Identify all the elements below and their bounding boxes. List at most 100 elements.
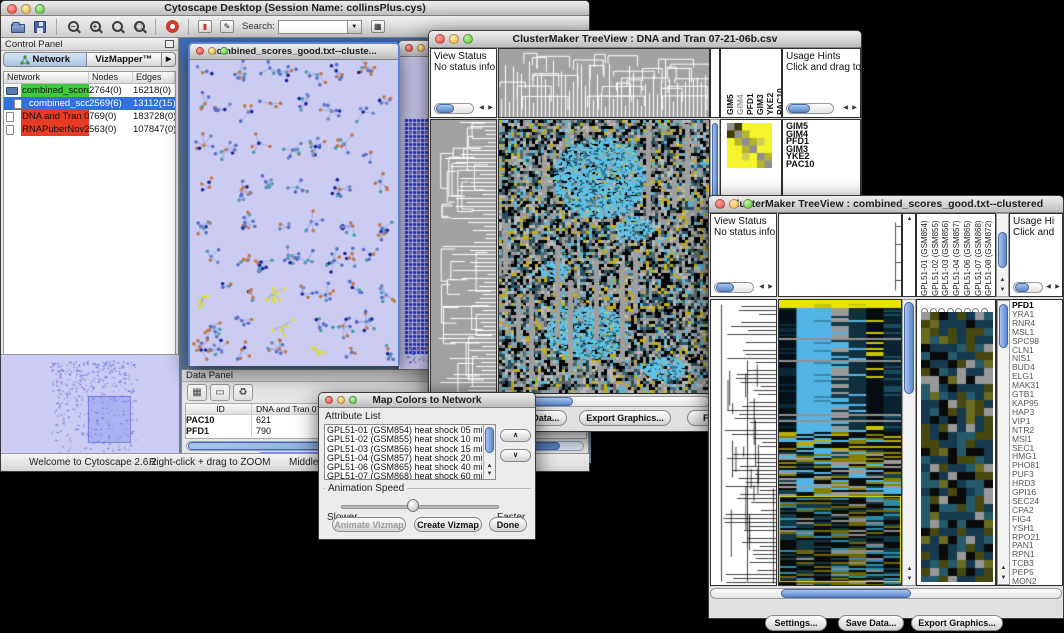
delete-attribute-button[interactable]: ♻ [233,384,253,401]
vizmapper-shortcut-button[interactable]: ▮ [194,18,216,36]
view-status-hscrollbar[interactable] [714,282,754,293]
scroll-down-icon[interactable]: ▼ [998,287,1007,294]
network-list-header[interactable]: Network Nodes Edges [4,72,175,84]
close-button[interactable] [196,47,204,55]
scrollbar-thumb[interactable] [788,104,810,113]
minimize-button[interactable] [208,47,216,55]
select-attributes-button[interactable]: ▦ [187,384,207,401]
minimize-button[interactable] [21,4,31,14]
minimize-button[interactable] [337,396,345,404]
heatmap-vscrollbar[interactable]: ▲ ▼ [902,299,916,586]
id-column-header[interactable]: ID [186,404,252,414]
scroll-up-icon[interactable]: ▲ [998,277,1007,284]
zoom-fit-button[interactable] [106,18,128,36]
zoom-button[interactable] [349,396,357,404]
scrollbar-thumb[interactable] [1015,283,1029,292]
help-button[interactable] [161,18,183,36]
minimize-button[interactable] [449,34,459,44]
scrollbar-thumb[interactable] [781,589,911,598]
zoom-matrix-canvas[interactable] [727,123,772,168]
move-down-button[interactable]: ∨ [500,449,531,462]
scroll-right-icon[interactable]: ▶ [1053,284,1062,291]
zoom-in-button[interactable]: + [84,18,106,36]
scroll-left-icon[interactable]: ◀ [477,105,486,112]
heatmap-canvas[interactable] [779,300,901,585]
network1-titlebar[interactable]: combined_scores_good.txt--cluste... [190,44,398,60]
nodes-column-header[interactable]: Nodes [89,72,133,83]
close-button[interactable] [7,4,17,14]
network-row-dna-tran[interactable]: DNA and Tran 07 769(0) 183728(0) [4,110,175,123]
slider-thumb[interactable] [407,499,419,512]
scroll-down-icon[interactable]: ▼ [999,575,1008,582]
save-session-button[interactable] [29,18,51,36]
heatmap-canvas[interactable] [499,120,709,393]
row-dendrogram-canvas[interactable] [431,120,496,393]
open-session-button[interactable] [7,18,29,36]
scroll-up-icon[interactable]: ▲ [905,566,914,573]
tab-vizmapper[interactable]: VizMapper™ [87,52,163,67]
search-input[interactable] [278,20,348,34]
cytoscape-titlebar[interactable]: Cytoscape Desktop (Session Name: collins… [1,1,589,16]
scrollbar-thumb[interactable] [904,302,914,394]
map-dialog-titlebar[interactable]: Map Colors to Network [319,393,535,408]
tab-overflow-button[interactable]: ▶ [162,52,176,67]
save-data-button[interactable]: Save Data... [838,615,904,631]
usage-hints-hscrollbar[interactable] [786,103,834,114]
attribute-list-item[interactable]: GPL51-07 (GSM868) heat shock 60 min [325,472,483,480]
zoom-button[interactable] [220,47,228,55]
scroll-left-icon[interactable]: ◀ [841,105,850,112]
done-button[interactable]: Done [489,517,527,532]
column-dendrogram-canvas[interactable] [499,49,709,117]
scrollbar-thumb[interactable] [485,427,494,453]
scrollbar-thumb[interactable] [716,283,734,292]
scroll-down-icon[interactable]: ▼ [905,576,914,583]
export-graphics-button[interactable]: Export Graphics... [579,410,671,426]
scroll-left-icon[interactable]: ◀ [1044,284,1053,291]
create-vizmap-button[interactable]: Create Vizmap [414,517,482,532]
usage-hints-hscrollbar[interactable] [1013,282,1043,293]
move-up-button[interactable]: ∧ [500,429,531,442]
new-attribute-button[interactable]: ▭ [210,384,230,401]
close-button[interactable] [325,396,333,404]
gene-list-vscrollbar[interactable]: ▲ ▼ [997,300,1010,585]
scroll-up-icon[interactable]: ▲ [905,216,914,223]
row-dendrogram-canvas[interactable] [711,300,776,585]
scrollbar-thumb[interactable] [998,232,1007,268]
minimize-button[interactable] [729,199,739,209]
zoom-heatmap-canvas[interactable] [921,312,993,582]
scroll-down-icon[interactable]: ▼ [485,471,494,478]
zoom-out-button[interactable]: − [62,18,84,36]
scroll-right-icon[interactable]: ▶ [850,105,859,112]
close-button[interactable] [435,34,445,44]
scroll-right-icon[interactable]: ▶ [486,105,495,112]
tab-network[interactable]: Network [3,52,87,67]
close-button[interactable] [405,44,413,52]
heatmap-hscrollbar[interactable] [710,588,1062,599]
zoom-button[interactable] [463,34,473,44]
scroll-left-icon[interactable]: ◀ [757,284,766,291]
scrollbar-thumb[interactable] [436,104,454,113]
view-status-hscrollbar[interactable] [434,103,474,114]
attribute-list-vscrollbar[interactable]: ▲ ▼ [483,425,495,479]
edges-column-header[interactable]: Edges [133,72,175,83]
settings-button[interactable]: Settings... [765,615,827,631]
animation-speed-slider[interactable] [341,505,499,509]
minimize-button[interactable] [417,44,425,52]
treeview2-titlebar[interactable]: ClusterMaker TreeView : combined_scores_… [709,196,1063,213]
zoom-button[interactable] [35,4,45,14]
scroll-up-icon[interactable]: ▲ [999,565,1008,572]
network-row-rnapubernov2[interactable]: RNAPuberNov2+ 563(0) 107847(0) [4,123,175,136]
search-dropdown-button[interactable]: ▼ [348,20,362,34]
float-panel-icon[interactable] [165,40,174,48]
attribute-editor-button[interactable]: ▦ [367,18,389,36]
close-button[interactable] [715,199,725,209]
network-column-header[interactable]: Network [4,72,89,83]
column-dendrogram-canvas[interactable] [779,214,901,296]
treeview1-titlebar[interactable]: ClusterMaker TreeView : DNA and Tran 07-… [429,31,861,48]
network-row-combined-sco-selected[interactable]: combined_sco 2569(6) 13112(15) [4,97,175,110]
scrollbar-thumb[interactable] [999,304,1008,348]
network-canvas[interactable] [190,60,398,366]
birdseye-view-canvas[interactable] [2,356,178,463]
scroll-right-icon[interactable]: ▶ [766,284,775,291]
network-row-combined-scores[interactable]: combined_scores 2764(0) 16218(0) [4,84,175,97]
